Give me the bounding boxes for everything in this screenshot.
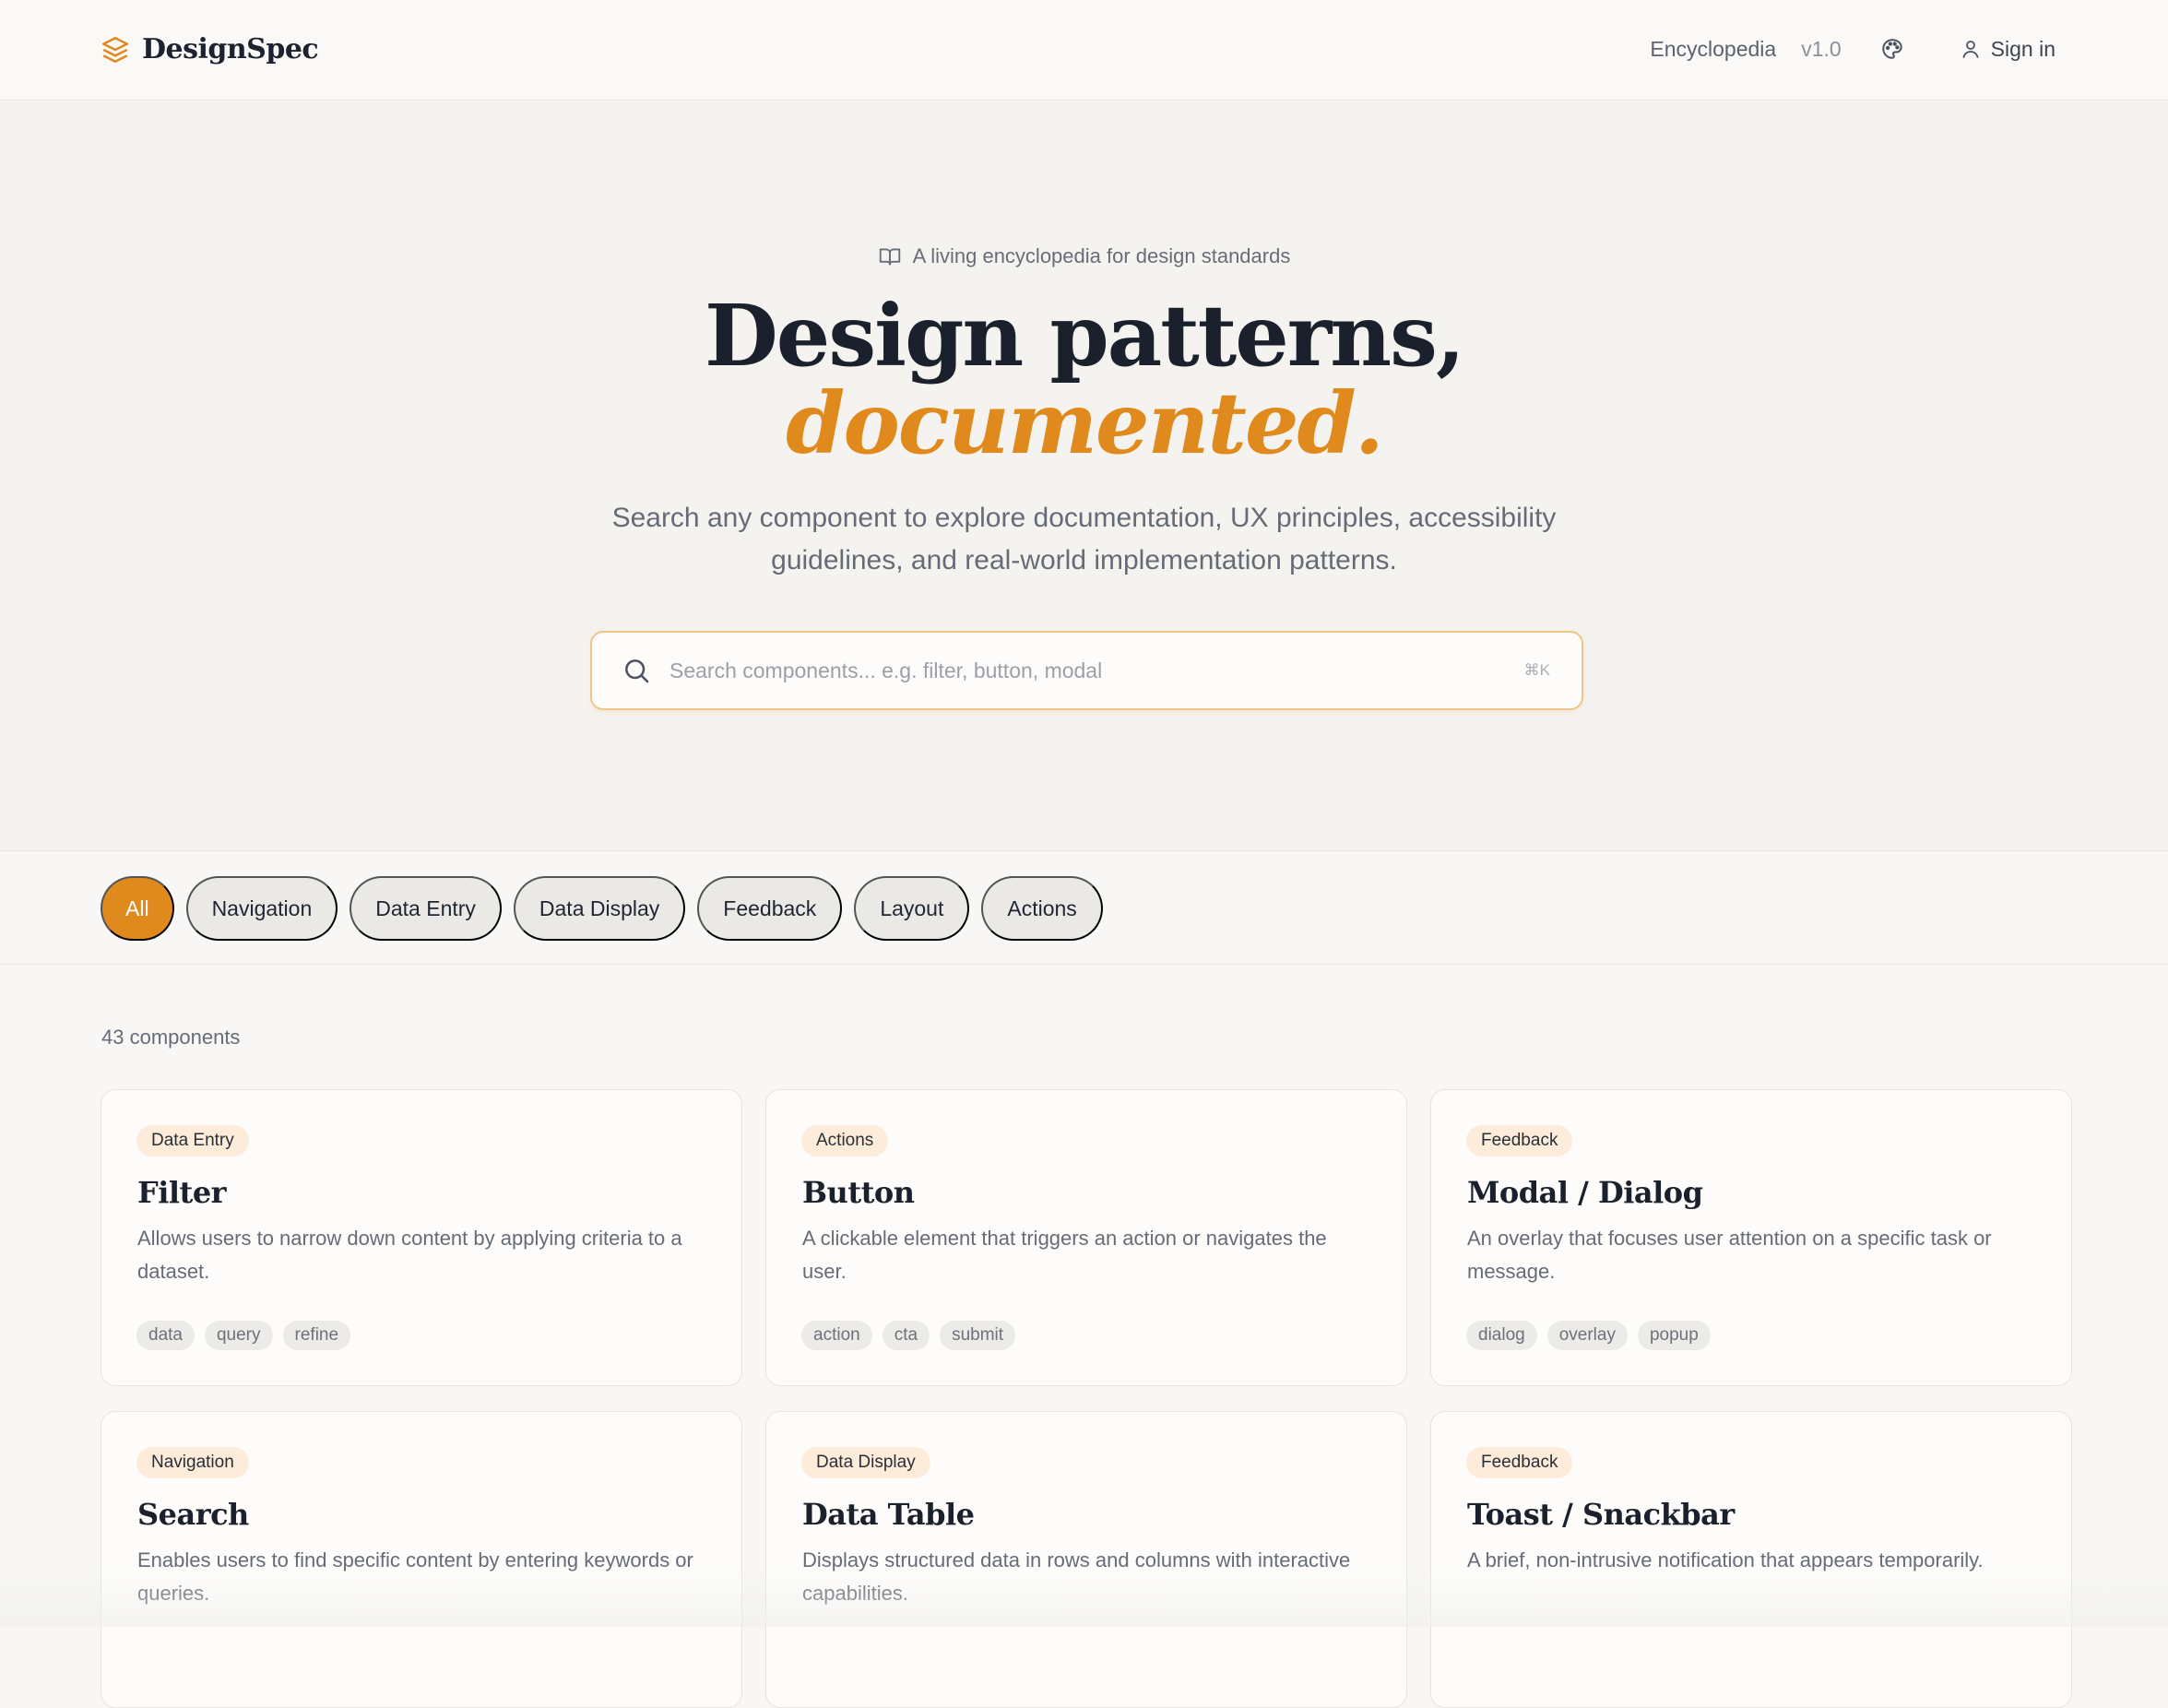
chip-data-display[interactable]: Data Display (513, 876, 686, 941)
card-title: Button (802, 1175, 915, 1210)
card-description: An overlay that focuses user attention o… (1467, 1227, 1992, 1283)
results-count: 43 components (101, 1026, 241, 1049)
keyword-list: dialog overlay popup (1466, 1321, 1711, 1350)
user-icon (1962, 41, 1979, 58)
header-actions: Encyclopedia v1.0 Sign in (1650, 35, 2055, 63)
card-description: A brief, non-intrusive notification that… (1467, 1548, 1984, 1572)
theme-toggle-button[interactable] (1878, 35, 1906, 63)
category-tag: Feedback (1466, 1447, 1573, 1478)
component-card-toast-snackbar[interactable]: Feedback Toast / Snackbar A brief, non-i… (1430, 1411, 2072, 1708)
palette-icon (1881, 39, 1902, 59)
component-card-filter[interactable]: Data Entry Filter Allows users to narrow… (101, 1089, 742, 1386)
card-title: Search (137, 1497, 249, 1532)
keyword-tag: data (136, 1321, 195, 1350)
keyword-tag: submit (940, 1321, 1016, 1350)
brand-logo-link[interactable]: DesignSpec (100, 33, 319, 65)
component-card-button[interactable]: Actions Button A clickable element that … (765, 1089, 1407, 1386)
chip-navigation[interactable]: Navigation (185, 876, 338, 941)
keyword-tag: dialog (1466, 1321, 1537, 1350)
keyword-tag: cta (882, 1321, 930, 1350)
sign-in-button[interactable]: Sign in (1960, 37, 2055, 62)
card-title: Filter (137, 1175, 227, 1210)
category-tag: Actions (801, 1125, 889, 1156)
sign-in-label: Sign in (1990, 36, 2055, 61)
chip-actions[interactable]: Actions (981, 876, 1103, 941)
card-description: Allows users to narrow down content by a… (137, 1227, 682, 1283)
search-icon (625, 659, 649, 683)
card-title: Toast / Snackbar (1467, 1497, 1735, 1532)
hero-section: A living encyclopedia for design standar… (0, 101, 2168, 851)
chip-feedback[interactable]: Feedback (697, 876, 843, 941)
component-search-box[interactable]: ⌘K (590, 631, 1583, 710)
card-description: A clickable element that triggers an act… (802, 1227, 1327, 1283)
keyword-tag: action (801, 1321, 872, 1350)
category-tag: Data Display (801, 1447, 930, 1478)
card-title: Data Table (802, 1497, 975, 1532)
keyboard-shortcut-hint: ⌘K (1523, 661, 1550, 679)
keyword-list: action cta submit (801, 1321, 1016, 1350)
keyword-tag: query (204, 1321, 273, 1350)
card-title: Modal / Dialog (1467, 1175, 1703, 1210)
keyword-tag: popup (1637, 1321, 1711, 1350)
search-input[interactable] (669, 658, 1524, 683)
category-filter-bar: All Navigation Data Entry Data Display F… (0, 851, 2168, 965)
hero-title-accent: documented. (786, 374, 1384, 473)
category-tag: Feedback (1466, 1125, 1573, 1156)
keyword-list: data query refine (136, 1321, 351, 1350)
component-card-search[interactable]: Navigation Search Enables users to find … (101, 1411, 742, 1708)
keyword-tag: refine (282, 1321, 351, 1350)
component-card-data-table[interactable]: Data Display Data Table Displays structu… (765, 1411, 1407, 1708)
chip-data-entry[interactable]: Data Entry (349, 876, 502, 941)
open-book-icon (879, 248, 900, 266)
chip-layout[interactable]: Layout (854, 876, 970, 941)
hero-description: Search any component to explore document… (611, 503, 1557, 575)
component-card-modal-dialog[interactable]: Feedback Modal / Dialog An overlay that … (1430, 1089, 2072, 1386)
hero-kicker: A living encyclopedia for design standar… (0, 244, 2168, 268)
brand-name: DesignSpec (142, 33, 319, 65)
keyword-tag: overlay (1546, 1321, 1628, 1350)
layers-icon (101, 36, 129, 63)
category-tag: Data Entry (136, 1125, 249, 1156)
card-description: Displays structured data in rows and col… (802, 1548, 1351, 1605)
category-chip-list: All Navigation Data Entry Data Display F… (101, 876, 1103, 941)
hero-title: Design patterns, (705, 286, 1465, 385)
top-navigation-bar: DesignSpec Encyclopedia v1.0 Sign in (0, 0, 2168, 101)
nav-link-encyclopedia[interactable]: Encyclopedia (1650, 37, 1776, 62)
card-description: Enables users to find specific content b… (137, 1548, 693, 1605)
version-label: v1.0 (1801, 36, 1842, 61)
hero-kicker-text: A living encyclopedia for design standar… (912, 244, 1291, 267)
chip-all[interactable]: All (101, 876, 174, 941)
category-tag: Navigation (136, 1447, 249, 1478)
